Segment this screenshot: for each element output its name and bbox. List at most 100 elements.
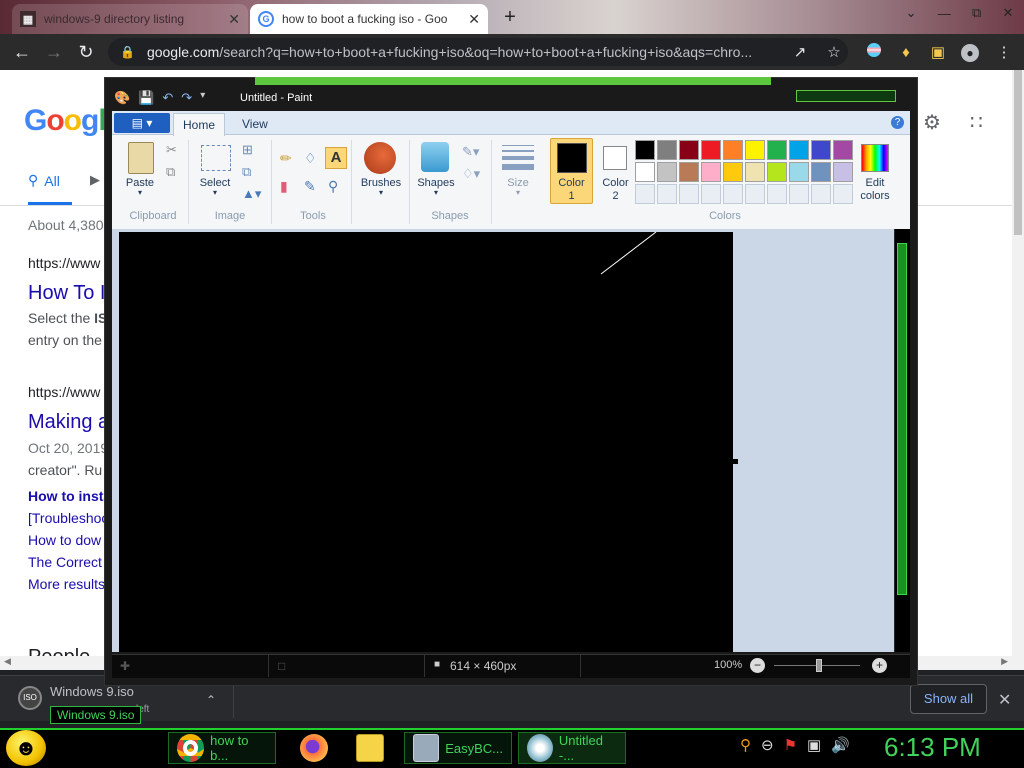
undo-icon[interactable]: ↶ [162, 90, 173, 106]
lock-icon[interactable]: 🔒 [120, 45, 135, 59]
zoom-out-icon[interactable]: − [750, 658, 765, 673]
palette-swatch[interactable] [723, 162, 743, 182]
result-title[interactable]: How To I [28, 282, 105, 305]
volume-icon[interactable]: 🔊 [831, 736, 850, 754]
reload-icon[interactable]: ↻ [70, 42, 102, 63]
palette-swatch[interactable] [811, 140, 831, 160]
zoom-in-icon[interactable]: + [872, 658, 887, 673]
brush-icon[interactable] [364, 142, 396, 174]
side-panel-icon[interactable]: ▣ [928, 43, 948, 63]
scroll-right-icon[interactable]: ▶ [1001, 656, 1008, 667]
extension-flag-icon[interactable] [864, 43, 884, 63]
select-icon[interactable] [201, 145, 231, 171]
color-picker-icon[interactable]: ✎ [304, 178, 316, 195]
palette-swatch[interactable] [657, 162, 677, 182]
crop-icon[interactable]: ⊞ [242, 142, 253, 158]
paste-dropdown-icon[interactable]: ▾ [120, 188, 160, 197]
restore-icon[interactable]: ⧉ [972, 5, 981, 21]
palette-swatch[interactable] [723, 140, 743, 160]
shapes-icon[interactable] [421, 142, 449, 172]
paint-app-icon[interactable]: 🎨 [114, 90, 130, 106]
page-scrollbar-thumb[interactable] [1014, 70, 1022, 235]
tray-status-icon[interactable]: ⊖ [761, 736, 774, 754]
apps-grid-icon[interactable]: ∷ [970, 110, 983, 135]
resize-icon[interactable]: ⧉ [242, 164, 251, 180]
related-link[interactable]: [Troubleshoo [28, 510, 109, 526]
new-tab-button[interactable]: + [498, 6, 522, 30]
color2-label[interactable]: Color [594, 177, 637, 189]
close-tab-icon[interactable]: ✕ [228, 11, 240, 28]
palette-swatch[interactable] [811, 162, 831, 182]
palette-swatch[interactable] [701, 162, 721, 182]
magnifier-icon[interactable]: ⚲ [328, 178, 338, 195]
back-icon[interactable]: ← [6, 42, 38, 63]
google-logo[interactable]: Googl [24, 104, 107, 138]
taskbar-explorer[interactable] [348, 732, 392, 764]
taskbar-firefox[interactable] [292, 732, 336, 764]
profile-avatar[interactable]: ● [960, 43, 980, 63]
text-tool-icon[interactable]: A [325, 147, 347, 169]
result-title[interactable]: Making a [28, 411, 109, 434]
palette-swatch[interactable] [745, 162, 765, 182]
palette-swatch[interactable] [745, 140, 765, 160]
brushes-dropdown-icon[interactable]: ▾ [355, 188, 407, 197]
canvas-scrollbar-thumb[interactable] [897, 243, 907, 595]
fill-icon[interactable]: ♢ [304, 150, 317, 167]
copy-icon[interactable]: ⧉ [166, 164, 175, 180]
tab-all[interactable]: ⚲ All [28, 172, 60, 189]
redo-icon[interactable]: ↷ [181, 90, 192, 106]
extensions-puzzle-icon[interactable]: ♦ [896, 43, 916, 63]
paint-window-controls[interactable] [796, 90, 896, 102]
result-url[interactable]: https://www [28, 255, 100, 271]
outline-icon[interactable]: ✎▾ [462, 144, 479, 160]
palette-swatch[interactable] [679, 140, 699, 160]
palette-swatch[interactable] [635, 162, 655, 182]
palette-swatch[interactable] [701, 140, 721, 160]
color2-swatch[interactable] [603, 146, 627, 170]
palette-swatch[interactable] [723, 184, 743, 204]
close-window-icon[interactable]: ✕ [1002, 5, 1013, 21]
search-icon[interactable]: ⚲ [740, 736, 751, 754]
palette-swatch[interactable] [657, 140, 677, 160]
palette-swatch[interactable] [635, 184, 655, 204]
share-icon[interactable]: ↗ [790, 43, 810, 63]
more-results-link[interactable]: More results [28, 576, 105, 592]
bookmark-star-icon[interactable]: ☆ [824, 43, 844, 63]
action-center-flag-icon[interactable]: ⚑ [784, 736, 797, 754]
related-link[interactable]: How to dow [28, 532, 101, 548]
palette-swatch[interactable] [833, 184, 853, 204]
palette-swatch[interactable] [701, 184, 721, 204]
taskbar-chrome[interactable]: how to b... [168, 732, 276, 764]
palette-swatch[interactable] [767, 184, 787, 204]
clipboard-icon[interactable] [128, 142, 154, 174]
edit-colors-button[interactable]: Edit [855, 177, 895, 189]
clock[interactable]: 6:13 PM [884, 732, 981, 763]
related-link[interactable]: The Correct [28, 554, 102, 570]
cut-icon[interactable]: ✂ [166, 142, 177, 158]
size-icon[interactable] [502, 145, 534, 170]
network-icon[interactable]: ▣ [807, 736, 821, 754]
drawing-canvas[interactable] [119, 232, 733, 652]
palette-swatch[interactable] [789, 184, 809, 204]
address-bar[interactable]: 🔒 google.com/search?q=how+to+boot+a+fuck… [108, 38, 848, 66]
palette-swatch[interactable] [789, 162, 809, 182]
close-tab-icon[interactable]: ✕ [468, 11, 480, 28]
palette-swatch[interactable] [811, 184, 831, 204]
tab-home[interactable]: Home [173, 113, 225, 136]
taskbar-easybcd[interactable]: EasyBC... [404, 732, 512, 764]
tab-search-icon[interactable]: ⌄ [906, 5, 917, 21]
edit-colors-icon[interactable] [861, 144, 889, 172]
palette-swatch[interactable] [635, 140, 655, 160]
canvas-resize-handle[interactable] [733, 459, 738, 464]
select-dropdown-icon[interactable]: ▾ [195, 188, 235, 197]
taskbar-paint[interactable]: Untitled -... [518, 732, 626, 764]
start-button[interactable]: ☻ [6, 730, 46, 766]
fill-shape-icon[interactable]: ♢▾ [462, 166, 480, 182]
close-downloads-icon[interactable]: ✕ [998, 690, 1011, 710]
tab-directory-listing[interactable]: ▦ windows-9 directory listing ✕ [12, 4, 248, 34]
size-dropdown-icon[interactable]: ▾ [496, 188, 540, 197]
rotate-icon[interactable]: ▲▾ [242, 186, 261, 202]
palette-swatch[interactable] [679, 184, 699, 204]
palette-swatch[interactable] [833, 162, 853, 182]
file-menu-button[interactable]: ▤ ▾ [114, 113, 170, 133]
